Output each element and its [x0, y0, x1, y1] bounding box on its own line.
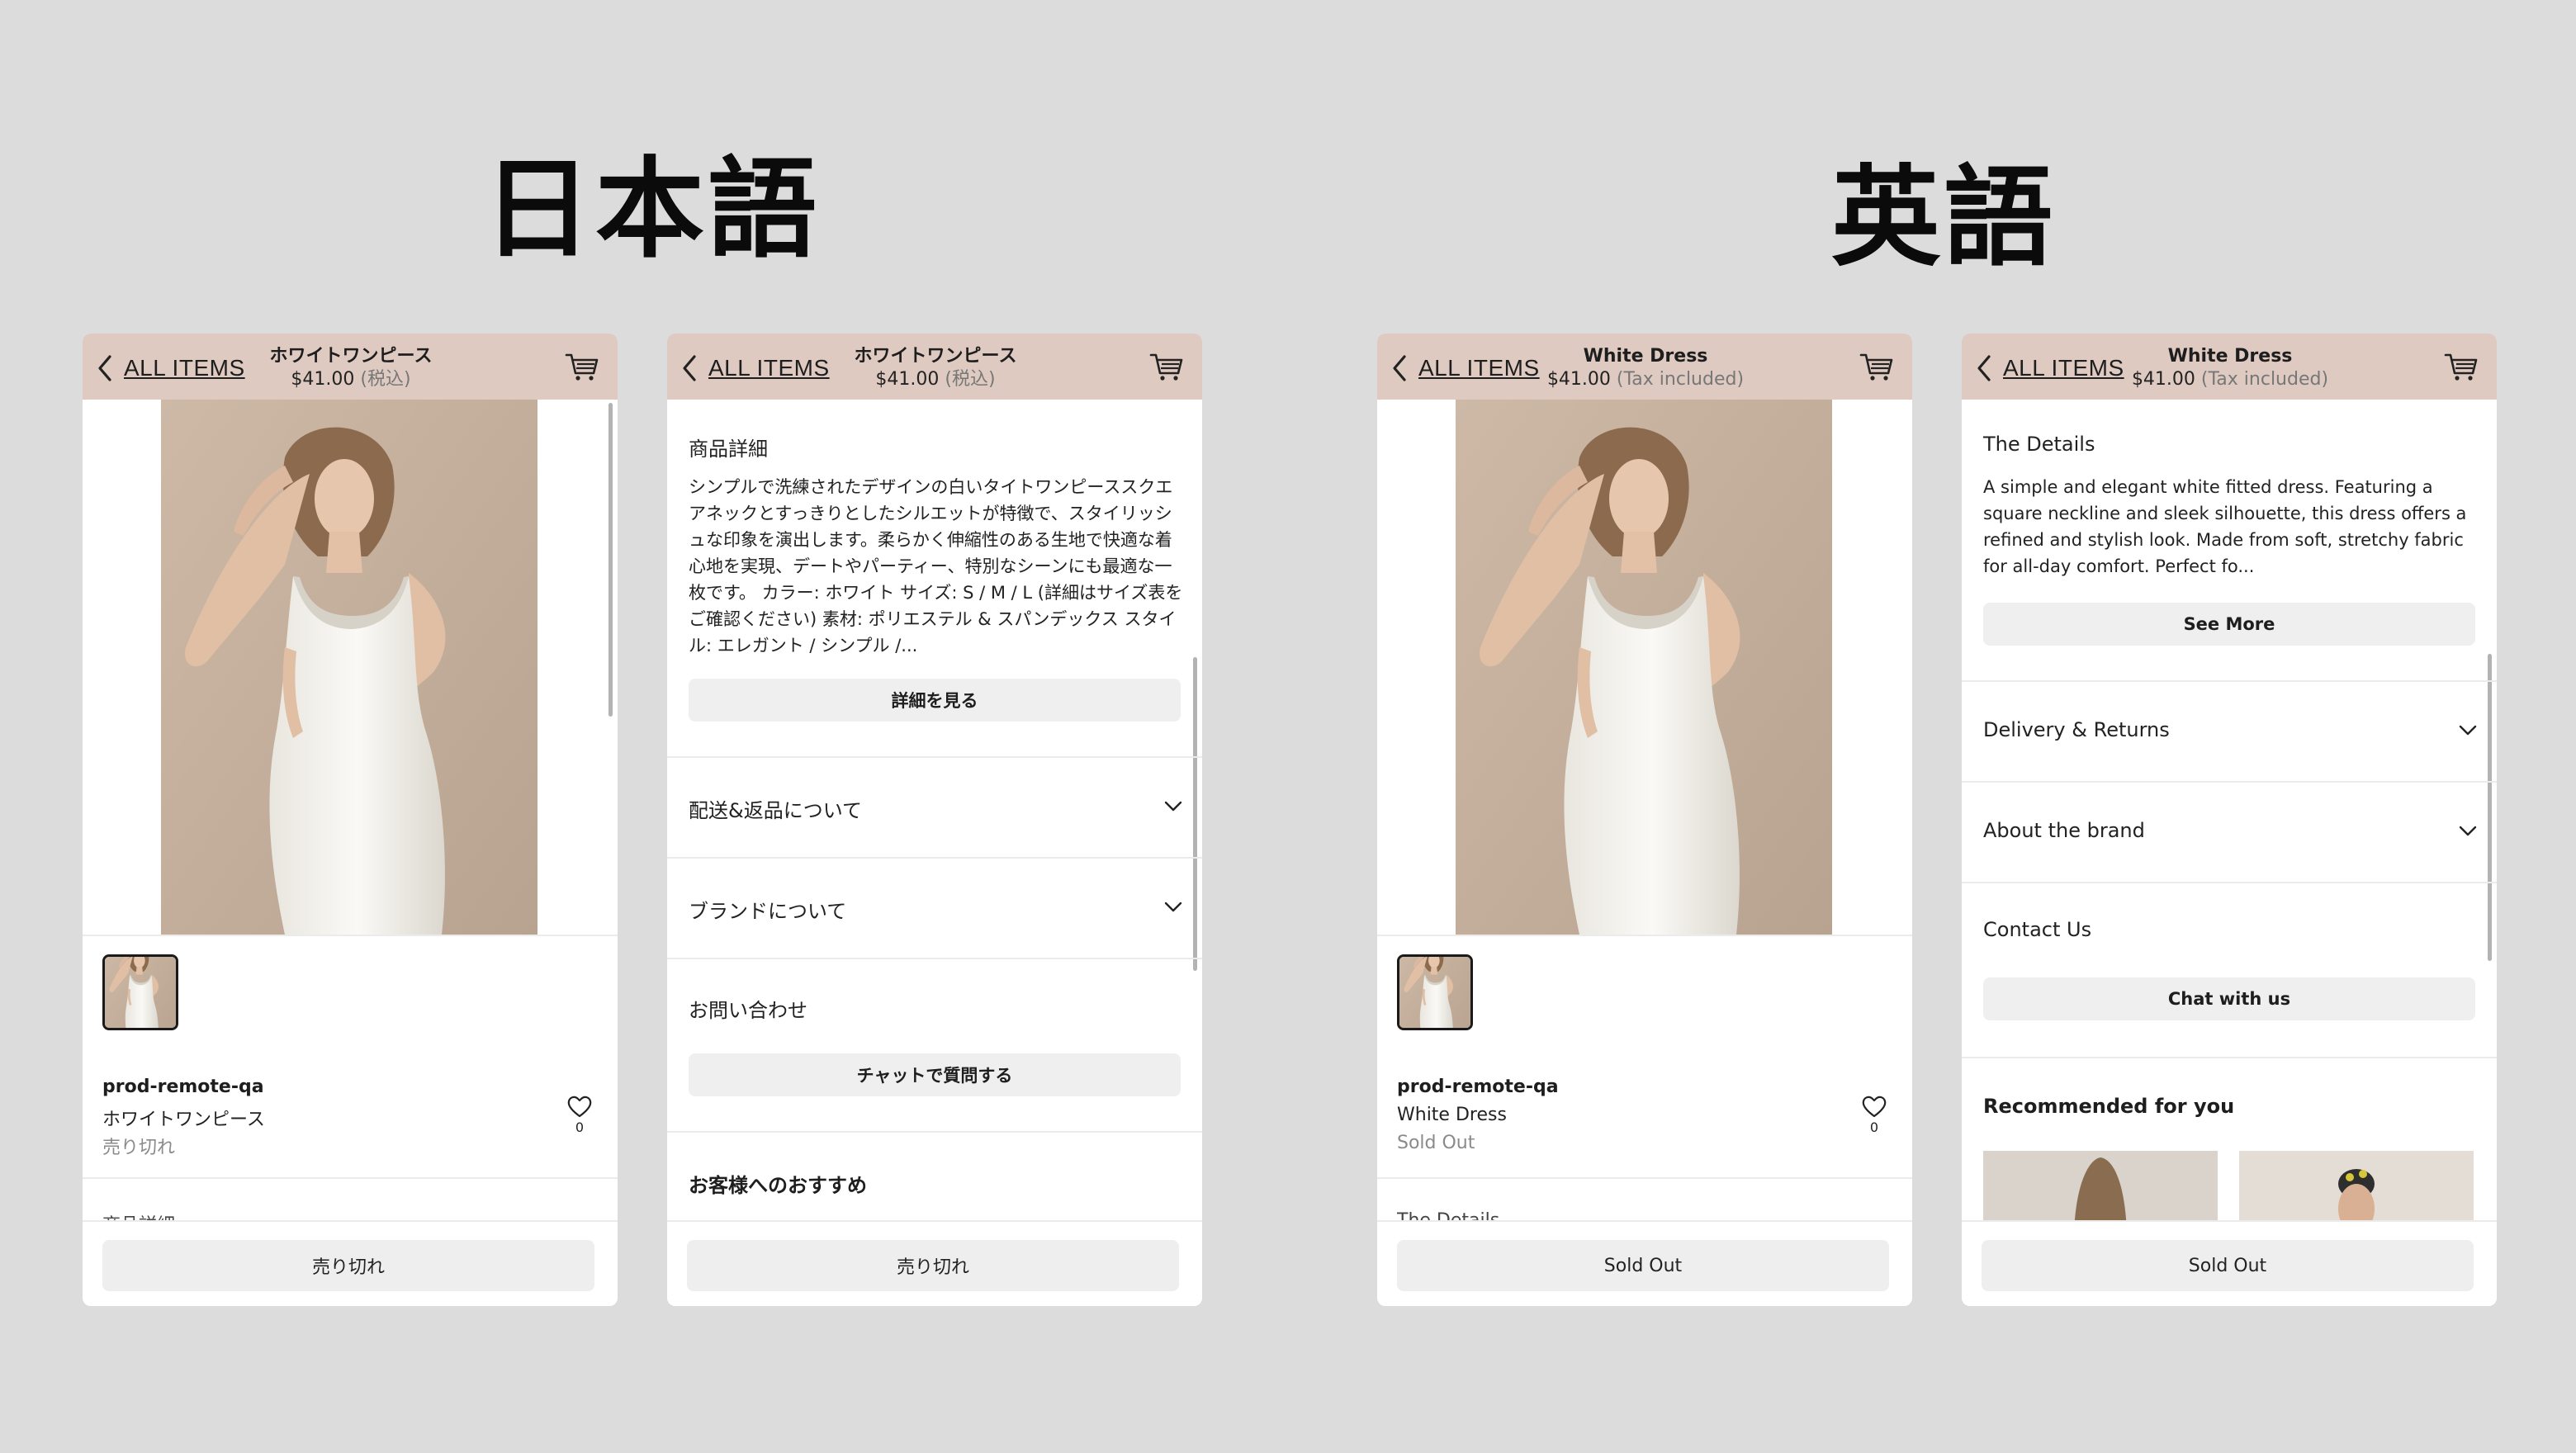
- chevron-down-icon: [1164, 801, 1182, 812]
- header-product-name: White Dress: [2167, 346, 2293, 367]
- divider: [83, 935, 618, 936]
- favorite-count: 0: [1869, 1119, 1879, 1135]
- accordion-label: 配送&返品について: [689, 799, 862, 822]
- header-price-line: $41.00 (Tax included): [1518, 368, 1773, 391]
- contact-heading: Contact Us: [1983, 918, 2092, 941]
- product-name: ホワイトワンピース: [102, 1110, 265, 1130]
- details-description: シンプルで洗練されたデザインの白いタイトワンピーススクエアネックとすっきりとした…: [689, 477, 1183, 656]
- accordion-delivery-returns[interactable]: 配送&返品について: [667, 758, 1202, 857]
- header-price: $41.00: [875, 369, 940, 390]
- chevron-down-icon: [2459, 725, 2477, 736]
- divider: [1377, 935, 1912, 936]
- details-description: A simple and elegant white fitted dress.…: [1983, 477, 2467, 576]
- see-more-button[interactable]: See More: [1983, 603, 2475, 646]
- header-product-name: ホワイトワンピース: [854, 346, 1017, 367]
- divider: [1377, 1177, 1912, 1179]
- cart-icon[interactable]: [1149, 352, 1184, 383]
- product-main-image[interactable]: [161, 400, 537, 935]
- accordion-about-brand[interactable]: About the brand: [1962, 783, 2497, 882]
- recommend-heading: Recommended for you: [1983, 1095, 2235, 1118]
- details-heading: The Details: [1983, 433, 2095, 456]
- chevron-left-icon: [683, 355, 696, 381]
- accordion-label: About the brand: [1983, 819, 2145, 842]
- chevron-left-icon: [1977, 355, 1991, 381]
- sticky-footer: Sold Out: [1377, 1220, 1912, 1306]
- sold-out-button[interactable]: Sold Out: [1397, 1240, 1889, 1291]
- product-thumbnail[interactable]: [1397, 954, 1473, 1030]
- header-price: $41.00: [1546, 369, 1611, 390]
- sold-out-button[interactable]: 売り切れ: [687, 1240, 1179, 1291]
- stock-status: 売り切れ: [102, 1138, 176, 1158]
- accordion-label: ブランドについて: [689, 900, 847, 923]
- sold-out-button[interactable]: Sold Out: [1982, 1240, 2474, 1291]
- brand-name[interactable]: prod-remote-qa: [1397, 1077, 1559, 1097]
- product-header: ALL ITEMS ホワイトワンピース $41.00 (税込): [83, 334, 618, 400]
- header-product-name: White Dress: [1583, 346, 1708, 367]
- sold-out-button[interactable]: 売り切れ: [102, 1240, 594, 1291]
- section-title-japanese: 日本語: [483, 146, 820, 273]
- header-tax-note: (Tax included): [1616, 369, 1745, 390]
- product-name: White Dress: [1397, 1105, 1507, 1125]
- header-price-line: $41.00 (Tax included): [2102, 368, 2358, 391]
- recommend-heading: お客様へのおすすめ: [689, 1174, 867, 1197]
- product-main-image[interactable]: [1456, 400, 1832, 935]
- sticky-footer: 売り切れ: [667, 1220, 1202, 1306]
- sticky-footer: Sold Out: [1962, 1220, 2497, 1306]
- header-tax-note: (Tax included): [2200, 369, 2329, 390]
- divider: [1962, 1057, 2497, 1058]
- phone-ja-product-top: ALL ITEMS ホワイトワンピース $41.00 (税込) prod-rem…: [83, 334, 618, 1306]
- divider: [83, 1177, 618, 1179]
- divider: [667, 1131, 1202, 1133]
- heart-icon: [567, 1096, 592, 1118]
- header-product-info: White Dress $41.00 (Tax included): [2102, 345, 2358, 391]
- phone-en-product-top: ALL ITEMS White Dress $41.00 (Tax includ…: [1377, 334, 1912, 1306]
- see-more-button[interactable]: 詳細を見る: [689, 679, 1181, 722]
- accordion-about-brand[interactable]: ブランドについて: [667, 859, 1202, 958]
- divider: [1962, 882, 2497, 883]
- header-price: $41.00: [2131, 369, 2195, 390]
- stock-status: Sold Out: [1397, 1133, 1475, 1153]
- section-title-english: 英語: [1831, 154, 2056, 282]
- chevron-left-icon: [98, 355, 111, 381]
- product-header: ALL ITEMS ホワイトワンピース $41.00 (税込): [667, 334, 1202, 400]
- header-tax-note: (税込): [945, 369, 996, 390]
- product-thumbnail[interactable]: [102, 954, 178, 1030]
- cart-icon[interactable]: [1859, 352, 1894, 383]
- header-price-line: $41.00 (税込): [223, 368, 479, 391]
- details-heading: 商品詳細: [689, 438, 768, 461]
- accordion-delivery-returns[interactable]: Delivery & Returns: [1962, 682, 2497, 781]
- chat-button[interactable]: チャットで質問する: [689, 1053, 1181, 1096]
- header-price-line: $41.00 (税込): [807, 368, 1063, 391]
- header-tax-note: (税込): [360, 369, 411, 390]
- chevron-down-icon: [1164, 902, 1182, 913]
- favorite-count: 0: [575, 1119, 585, 1135]
- header-price: $41.00: [291, 369, 355, 390]
- header-product-info: ホワイトワンピース $41.00 (税込): [223, 345, 479, 391]
- phone-ja-details: ALL ITEMS ホワイトワンピース $41.00 (税込) 商品詳細 シンプ…: [667, 334, 1202, 1306]
- heart-icon: [1862, 1096, 1887, 1118]
- cart-icon[interactable]: [565, 352, 599, 383]
- header-product-info: White Dress $41.00 (Tax included): [1518, 345, 1773, 391]
- scrollbar-thumb[interactable]: [608, 403, 613, 717]
- product-header: ALL ITEMS White Dress $41.00 (Tax includ…: [1377, 334, 1912, 400]
- favorite-button[interactable]: 0: [563, 1095, 596, 1135]
- sticky-footer: 売り切れ: [83, 1220, 618, 1306]
- header-product-info: ホワイトワンピース $41.00 (税込): [807, 345, 1063, 391]
- chat-button[interactable]: Chat with us: [1983, 977, 2475, 1020]
- header-product-name: ホワイトワンピース: [269, 346, 433, 367]
- chevron-down-icon: [2459, 826, 2477, 837]
- phone-en-details: ALL ITEMS White Dress $41.00 (Tax includ…: [1962, 334, 2497, 1306]
- contact-heading: お問い合わせ: [689, 999, 807, 1022]
- accordion-label: Delivery & Returns: [1983, 718, 2170, 741]
- chevron-left-icon: [1393, 355, 1406, 381]
- brand-name[interactable]: prod-remote-qa: [102, 1077, 264, 1097]
- product-header: ALL ITEMS White Dress $41.00 (Tax includ…: [1962, 334, 2497, 400]
- cart-icon[interactable]: [2444, 352, 2479, 383]
- favorite-button[interactable]: 0: [1858, 1095, 1891, 1135]
- divider: [667, 958, 1202, 959]
